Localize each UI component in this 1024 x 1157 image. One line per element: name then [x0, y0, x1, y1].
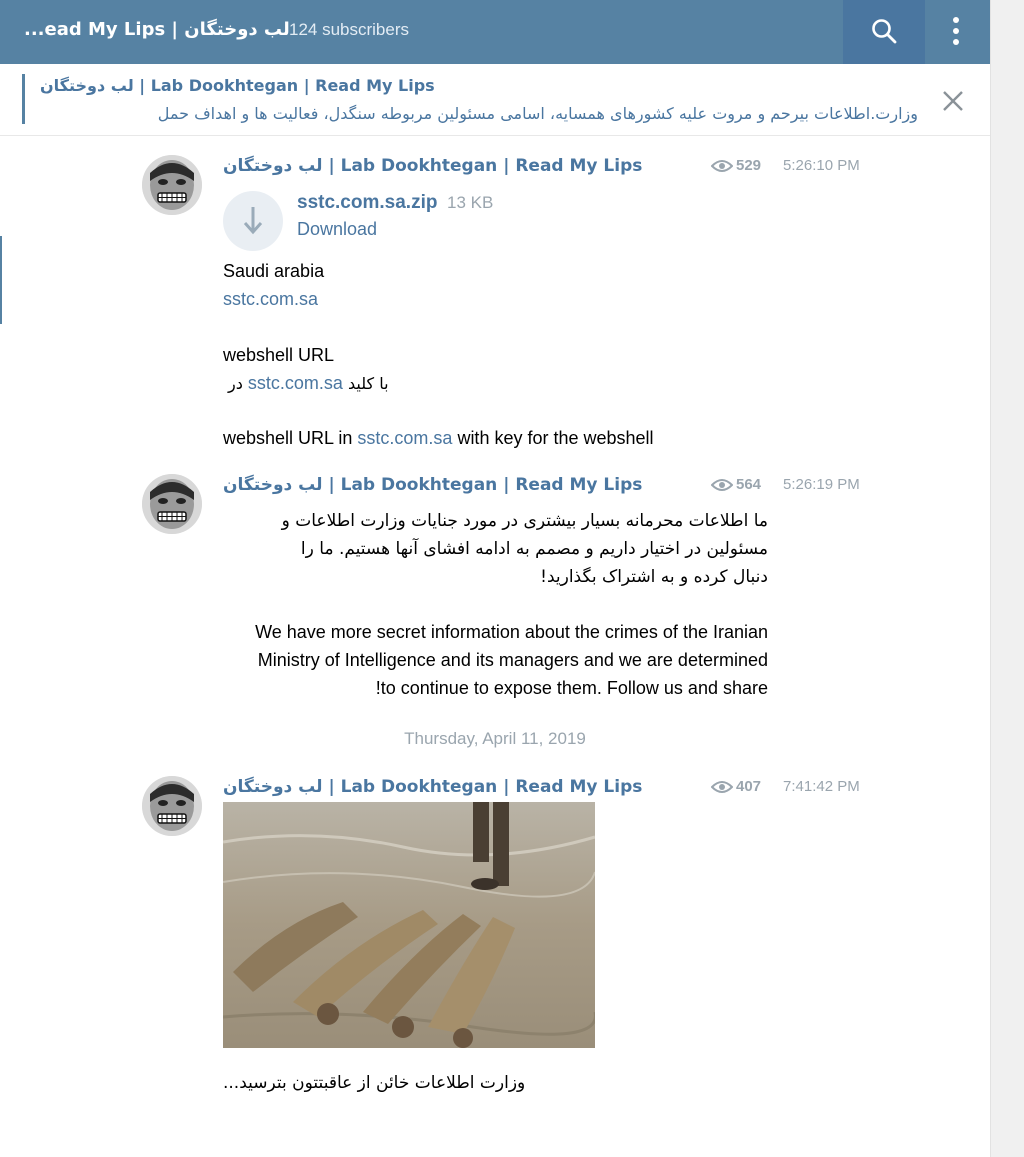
message-time: 5:26:19 PM — [783, 476, 860, 493]
avatar-face-image — [142, 474, 202, 534]
scrollbar-track[interactable] — [990, 0, 1024, 1157]
avatar[interactable] — [142, 776, 202, 836]
message: لب دوختگان | Lab Dookhtegan | Read My Li… — [0, 474, 990, 704]
message-text-line: ما اطلاعات محرمانه بسیار بیشتری در مورد … — [281, 511, 768, 531]
message-photo[interactable] — [223, 802, 595, 1048]
download-link[interactable]: Download — [297, 219, 377, 240]
file-size: 13 KB — [447, 193, 494, 212]
photo-caption: ...وزارت اطلاعات خائن از عاقبتتون بترسید — [223, 1073, 526, 1093]
channel-title[interactable]: ...ead My Lips | لب دوختگان — [24, 19, 290, 40]
close-icon[interactable] — [938, 86, 968, 116]
more-vert-icon — [953, 17, 959, 45]
avatar-face-image — [142, 155, 202, 215]
photo-image — [223, 802, 595, 1048]
text-fragment: webshell URL in — [223, 428, 358, 448]
text-fragment: با کلید — [342, 374, 389, 393]
message-author[interactable]: لب دوختگان | Lab Dookhtegan | Read My Li… — [223, 156, 642, 176]
message: لب دوختگان | Lab Dookhtegan | Read My Li… — [0, 776, 990, 1106]
message-link[interactable]: sstc.com.sa — [223, 289, 318, 310]
message-link[interactable]: sstc.com.sa — [248, 373, 343, 393]
text-fragment: در — [228, 374, 243, 393]
download-button[interactable] — [223, 191, 283, 251]
view-count: 529 — [710, 157, 762, 174]
message-link[interactable]: sstc.com.sa — [357, 428, 452, 448]
avatar[interactable] — [142, 155, 202, 215]
message-time: 7:41:42 PM — [783, 778, 860, 795]
eye-icon — [710, 160, 734, 172]
message-author[interactable]: لب دوختگان | Lab Dookhtegan | Read My Li… — [223, 777, 642, 797]
pinned-accent-bar — [22, 74, 25, 124]
avatar-face-image — [142, 776, 202, 836]
view-count: 407 — [710, 778, 762, 795]
more-menu-button[interactable] — [925, 0, 990, 64]
view-count-value: 564 — [736, 476, 762, 493]
message-text-line: مسئولین در اختیار داریم و مصمم به ادامه … — [300, 539, 768, 559]
view-count-value: 407 — [736, 778, 762, 795]
avatar[interactable] — [142, 474, 202, 534]
message-text-line: دنبال کرده و به اشتراک بگذارید! — [540, 567, 768, 587]
file-name[interactable]: sstc.com.sa.zip — [297, 192, 437, 214]
message-text-line: webshell URL — [223, 345, 335, 365]
search-button[interactable] — [843, 0, 925, 64]
view-count-value: 529 — [736, 157, 762, 174]
message-text-line: Ministry of Intelligence and its manager… — [257, 650, 768, 670]
pinned-message[interactable]: لب دوختگان | Lab Dookhtegan | Read My Li… — [0, 64, 990, 136]
download-arrow-icon — [243, 207, 263, 235]
message-author[interactable]: لب دوختگان | Lab Dookhtegan | Read My Li… — [223, 475, 642, 495]
message-text-line: در sstc.com.sa با کلید — [228, 373, 389, 394]
date-separator: Thursday, April 11, 2019 — [404, 729, 586, 748]
pinned-text: وزارت.اطلاعات بیرحم و مروت علیه کشورهای … — [157, 104, 918, 123]
message: لب دوختگان | Lab Dookhtegan | Read My Li… — [0, 155, 990, 455]
text-fragment: with key for the webshell — [452, 428, 654, 448]
eye-icon — [710, 479, 734, 491]
search-icon — [872, 19, 897, 44]
eye-icon — [710, 781, 734, 793]
message-text-line: Saudi arabia — [223, 261, 325, 281]
subscriber-count: 124 subscribers — [289, 20, 410, 39]
message-time: 5:26:10 PM — [783, 157, 860, 174]
view-count: 564 — [710, 476, 762, 493]
message-text-line: webshell URL in sstc.com.sa with key for… — [223, 428, 654, 449]
message-text-line: We have more secret information about th… — [255, 622, 768, 642]
message-text-line: !to continue to expose them. Follow us a… — [375, 678, 768, 698]
channel-header: ...ead My Lips | لب دوختگان 124 subscrib… — [0, 0, 990, 64]
pinned-title: لب دوختگان | Lab Dookhtegan | Read My Li… — [40, 76, 435, 95]
